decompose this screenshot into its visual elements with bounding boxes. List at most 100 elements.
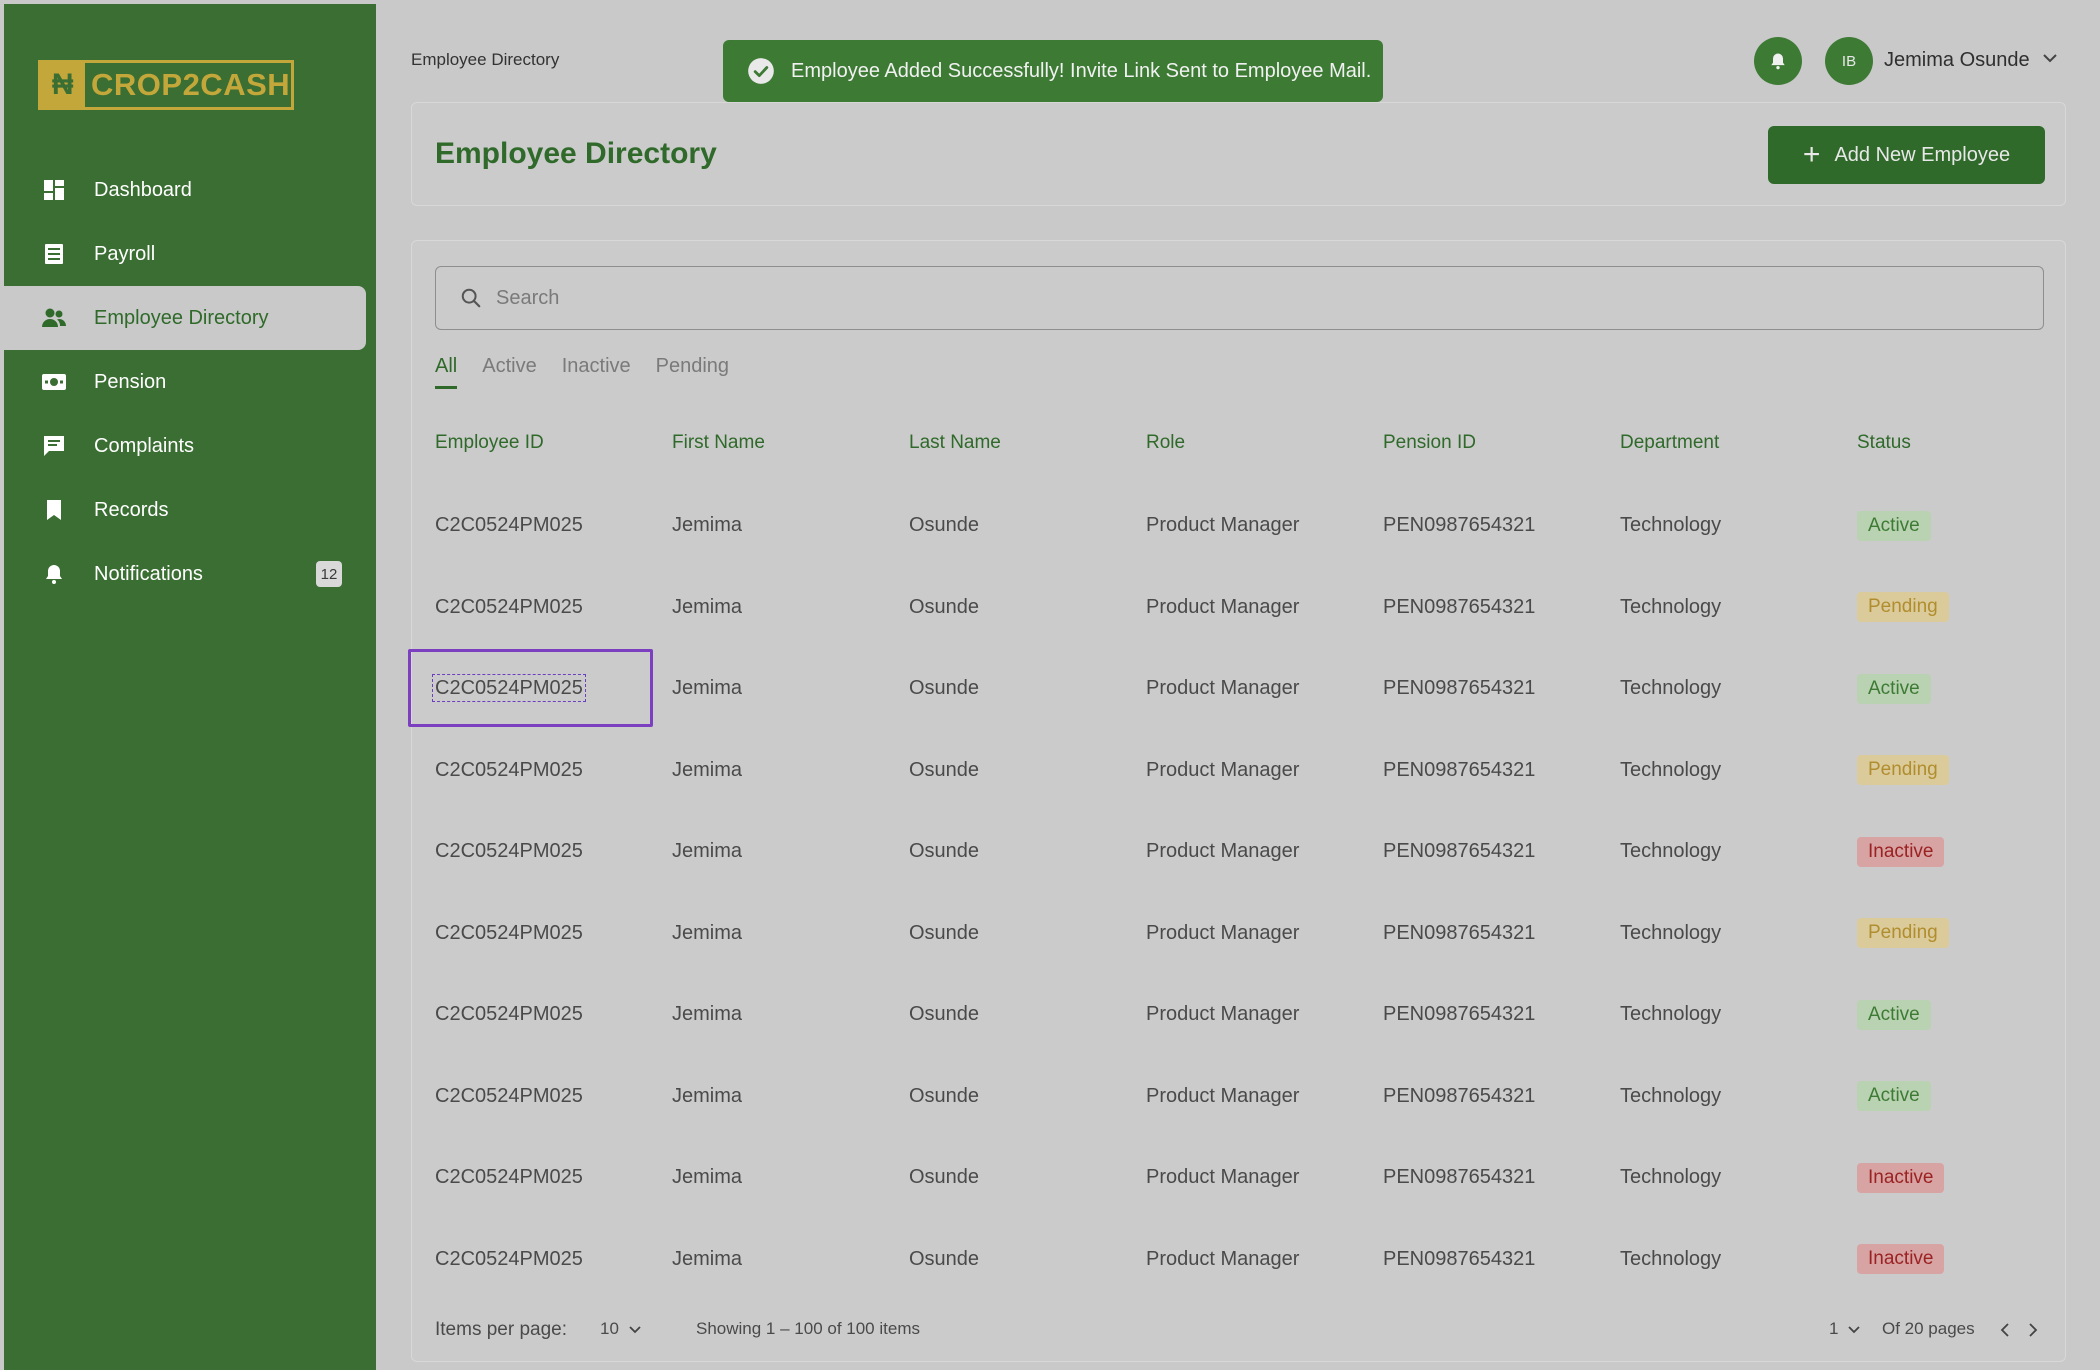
column-header-pension-id[interactable]: Pension ID: [1383, 423, 1620, 463]
department-cell: Technology: [1620, 514, 1722, 537]
users-icon: [40, 304, 68, 332]
items-per-page-select[interactable]: 10: [600, 1319, 641, 1339]
tab-active[interactable]: Active: [482, 355, 536, 389]
notifications-button[interactable]: [1754, 37, 1802, 85]
status-cell: Inactive: [1857, 1219, 2043, 1301]
table-row[interactable]: C2C0524PM025 Jemima Osunde Product Manager P…: [435, 893, 2043, 975]
plus-icon: +: [1802, 138, 1821, 171]
column-header-department[interactable]: Department: [1620, 423, 1857, 463]
pension-id-cell: PEN0987654321: [1383, 677, 1536, 700]
sidebar-item-notifications[interactable]: Notifications 12: [4, 542, 376, 606]
chevron-down-icon: [629, 1325, 641, 1333]
last-name-cell: Osunde: [909, 595, 980, 618]
search-input[interactable]: [496, 286, 1996, 310]
first-name-cell: Jemima: [672, 758, 743, 781]
department-cell: Technology: [1620, 840, 1722, 863]
tab-inactive[interactable]: Inactive: [562, 355, 631, 389]
table-row[interactable]: C2C0524PM025 Jemima Osunde Product Manager P…: [435, 1056, 2043, 1138]
chevron-left-icon[interactable]: [2000, 1323, 2010, 1337]
sidebar-item-dashboard[interactable]: Dashboard: [4, 158, 376, 222]
employee-id-link[interactable]: C2C0524PM025: [432, 674, 586, 703]
sidebar-item-complaints[interactable]: Complaints: [4, 414, 376, 478]
role-cell: Product Manager: [1146, 1247, 1300, 1270]
add-employee-label: Add New Employee: [1834, 143, 2011, 166]
status-badge: Pending: [1857, 755, 1949, 786]
role-cell: Product Manager: [1146, 1166, 1300, 1189]
chevron-right-icon[interactable]: [2028, 1323, 2038, 1337]
last-name-cell: Osunde: [909, 514, 980, 537]
status-badge: Inactive: [1857, 836, 1945, 867]
items-per-page-label: Items per page:: [435, 1319, 568, 1340]
status-badge: Active: [1857, 673, 1931, 704]
employee-id-cell: C2C0524PM025: [435, 758, 583, 781]
table-row[interactable]: C2C0524PM025 Jemima Osunde Product Manager P…: [408, 648, 2043, 730]
page-select[interactable]: 1: [1829, 1319, 1861, 1339]
sidebar-item-label: Complaints: [94, 434, 195, 457]
department-cell: Technology: [1620, 758, 1722, 781]
employee-id-cell-focused: C2C0524PM025: [408, 648, 672, 730]
role-cell: Product Manager: [1146, 1084, 1300, 1107]
department-cell: Technology: [1620, 1003, 1722, 1026]
sidebar-item-label: Employee Directory: [94, 306, 269, 329]
user-name[interactable]: Jemima Osunde: [1884, 49, 2030, 72]
status-cell: Pending: [1857, 730, 2043, 812]
tab-pending[interactable]: Pending: [656, 355, 729, 389]
logo-text: CROP2CASH: [91, 67, 291, 102]
page-total: Of 20 pages: [1882, 1319, 1975, 1338]
employee-id-cell: C2C0524PM025: [435, 1247, 583, 1270]
first-name-cell: Jemima: [672, 1247, 743, 1270]
employee-id-cell: C2C0524PM025: [435, 1084, 583, 1107]
column-header-status[interactable]: Status: [1857, 423, 2043, 463]
table-footer: Items per page: 10 Showing 1 – 100 of 10…: [435, 1319, 2044, 1349]
chevron-down-icon[interactable]: [2042, 52, 2058, 64]
department-cell: Technology: [1620, 1084, 1722, 1107]
sidebar-item-label: Notifications: [94, 562, 203, 585]
table-row[interactable]: C2C0524PM025 Jemima Osunde Product Manager P…: [435, 811, 2043, 893]
column-header-employee-id[interactable]: Employee ID: [435, 423, 672, 463]
add-employee-button[interactable]: + Add New Employee: [1768, 126, 2045, 184]
table-row[interactable]: C2C0524PM025 Jemima Osunde Product Manager P…: [435, 567, 2043, 649]
status-cell: Active: [1857, 1056, 2043, 1138]
role-cell: Product Manager: [1146, 514, 1300, 537]
pension-id-cell: PEN0987654321: [1383, 758, 1536, 781]
toast-message: Employee Added Successfully! Invite Link…: [791, 59, 1372, 82]
sidebar-item-payroll[interactable]: Payroll: [4, 222, 376, 286]
first-name-cell: Jemima: [672, 677, 743, 700]
sidebar-item-label: Payroll: [94, 242, 156, 265]
table-row[interactable]: C2C0524PM025 Jemima Osunde Product Manager P…: [435, 485, 2043, 567]
success-toast: Employee Added Successfully! Invite Link…: [723, 40, 1383, 102]
role-cell: Product Manager: [1146, 921, 1300, 944]
complaints-icon: [40, 432, 68, 460]
last-name-cell: Osunde: [909, 1003, 980, 1026]
column-header-last-name[interactable]: Last Name: [909, 423, 1146, 463]
pension-id-cell: PEN0987654321: [1383, 1003, 1536, 1026]
table-row[interactable]: C2C0524PM025 Jemima Osunde Product Manager P…: [435, 1137, 2043, 1219]
user-avatar[interactable]: IB: [1825, 37, 1873, 85]
status-badge: Active: [1857, 510, 1931, 541]
column-header-first-name[interactable]: First Name: [672, 423, 909, 463]
table-row[interactable]: C2C0524PM025 Jemima Osunde Product Manager P…: [435, 1219, 2043, 1301]
search-bar[interactable]: [435, 266, 2044, 330]
status-badge: Inactive: [1857, 1162, 1945, 1193]
payroll-icon: [40, 240, 68, 268]
sidebar-item-pension[interactable]: Pension: [4, 350, 376, 414]
sidebar-item-employee-directory[interactable]: Employee Directory: [4, 286, 366, 350]
first-name-cell: Jemima: [672, 921, 743, 944]
department-cell: Technology: [1620, 595, 1722, 618]
sidebar-item-records[interactable]: Records: [4, 478, 376, 542]
employee-id-cell: C2C0524PM025: [435, 921, 583, 944]
role-cell: Product Manager: [1146, 677, 1300, 700]
last-name-cell: Osunde: [909, 1247, 980, 1270]
table-row[interactable]: C2C0524PM025 Jemima Osunde Product Manager P…: [435, 974, 2043, 1056]
sidebar-item-label: Pension: [94, 370, 167, 393]
page-header: Employee Directory + Add New Employee: [411, 102, 2066, 206]
first-name-cell: Jemima: [672, 595, 743, 618]
first-name-cell: Jemima: [672, 1166, 743, 1189]
page-title: Employee Directory: [435, 137, 717, 170]
role-cell: Product Manager: [1146, 758, 1300, 781]
first-name-cell: Jemima: [672, 1084, 743, 1107]
brand-logo[interactable]: ₦ CROP2CASH: [38, 60, 294, 110]
table-row[interactable]: C2C0524PM025 Jemima Osunde Product Manager P…: [435, 730, 2043, 812]
column-header-role[interactable]: Role: [1146, 423, 1383, 463]
tab-all[interactable]: All: [435, 355, 458, 389]
